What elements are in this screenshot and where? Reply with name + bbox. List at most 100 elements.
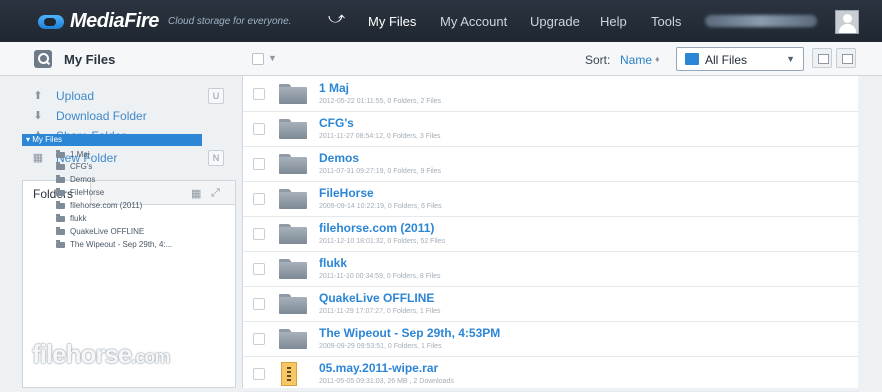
tree-item-label: Demos: [70, 175, 96, 184]
search-icon[interactable]: [34, 50, 52, 68]
account-email-blurred[interactable]: [705, 15, 817, 27]
tree-item-label: The Wipeout - Sep 29th, 4:...: [70, 240, 173, 249]
sort-dropdown[interactable]: Name: [620, 53, 652, 67]
folder-icon: [56, 213, 65, 222]
filehorse-watermark: filehorse.com: [32, 339, 170, 370]
file-name[interactable]: Demos: [319, 151, 359, 165]
tree-item[interactable]: QuakeLive OFFLINE: [56, 226, 144, 237]
upload-icon: ⬆: [33, 90, 43, 102]
tree-item[interactable]: CFG's: [56, 161, 92, 172]
row-checkbox[interactable]: [253, 123, 265, 135]
nav-my-files[interactable]: My Files: [368, 14, 416, 29]
file-meta: 2009-09-29 09:53:51, 0 Folders, 1 Files: [319, 343, 442, 350]
tree-item[interactable]: Demos: [56, 174, 95, 185]
file-meta: 2011-07-31 09:27:19, 0 Folders, 9 Files: [319, 168, 442, 175]
file-meta: 2011-11-29 17:07:27, 0 Folders, 1 Files: [319, 308, 441, 315]
folder-icon: [56, 200, 65, 209]
chevron-down-icon[interactable]: ▼: [268, 53, 277, 63]
scrollbar[interactable]: [858, 76, 882, 388]
tree-item[interactable]: 1 Maj: [56, 149, 90, 160]
file-name[interactable]: CFG's: [319, 116, 354, 130]
brand-tagline: Cloud storage for everyone.: [168, 16, 292, 27]
file-meta: 2009-09-14 10:22:19, 0 Folders, 6 Files: [319, 203, 442, 210]
row-checkbox[interactable]: [253, 333, 265, 345]
folder-icon: [279, 154, 307, 174]
file-row[interactable]: The Wipeout - Sep 29th, 4:53PM 2009-09-2…: [243, 321, 859, 357]
files-icon: [685, 53, 699, 65]
select-all-checkbox[interactable]: [252, 53, 264, 65]
file-name[interactable]: QuakeLive OFFLINE: [319, 291, 434, 305]
folder-icon: [279, 259, 307, 279]
row-checkbox[interactable]: [253, 368, 265, 380]
file-name[interactable]: 1 Maj: [319, 81, 349, 95]
upload-label: Upload: [56, 89, 95, 103]
folder-icon: [56, 161, 65, 170]
brand-name: MediaFire: [70, 10, 159, 32]
new-folder-icon[interactable]: ▦: [191, 187, 201, 200]
row-checkbox[interactable]: [253, 88, 265, 100]
expand-icon[interactable]: ⤢: [211, 187, 220, 200]
tree-item[interactable]: FileHorse: [56, 187, 104, 198]
file-row[interactable]: CFG's 2011-11-27 08:54:12, 0 Folders, 3 …: [243, 111, 859, 147]
nav-tools[interactable]: Tools: [651, 14, 681, 29]
nav-my-account[interactable]: My Account: [440, 14, 507, 29]
row-checkbox[interactable]: [253, 158, 265, 170]
mediafire-logo[interactable]: MediaFire: [38, 10, 159, 33]
file-row[interactable]: filehorse.com (2011) 2011-12-10 18:01:32…: [243, 216, 859, 252]
nav-help[interactable]: Help: [600, 14, 627, 29]
file-row[interactable]: QuakeLive OFFLINE 2011-11-29 17:07:27, 0…: [243, 286, 859, 322]
download-folder-label: Download Folder: [56, 109, 147, 123]
download-folder-action[interactable]: ⬇ Download Folder: [32, 108, 147, 124]
tree-item-label: filehorse.com (2011): [70, 201, 143, 210]
file-meta: 2011-12-10 18:01:32, 0 Folders, 52 Files: [319, 238, 445, 245]
folder-icon: [56, 187, 65, 196]
row-checkbox[interactable]: [253, 193, 265, 205]
file-row[interactable]: 05.may.2011-wipe.rar 2011-05-05 09:31:03…: [243, 356, 859, 392]
file-filter-value: All Files: [705, 53, 748, 67]
upload-action[interactable]: ⬆ Upload: [32, 88, 94, 104]
file-filter-select[interactable]: All Files ▼: [676, 47, 804, 71]
file-row[interactable]: flukk 2011-11-10 00:34:59, 0 Folders, 8 …: [243, 251, 859, 287]
row-checkbox[interactable]: [253, 263, 265, 275]
tree-item[interactable]: The Wipeout - Sep 29th, 4:...: [56, 239, 172, 250]
upload-shortcut: U: [208, 88, 224, 104]
folder-icon: [56, 226, 65, 235]
tree-item[interactable]: filehorse.com (2011): [56, 200, 142, 211]
file-row[interactable]: 1 Maj 2012-05-22 01:11:55, 0 Folders, 2 …: [243, 76, 859, 112]
row-checkbox[interactable]: [253, 228, 265, 240]
file-row[interactable]: FileHorse 2009-09-14 10:22:19, 0 Folders…: [243, 181, 859, 217]
folder-icon: [56, 149, 65, 158]
new-folder-shortcut: N: [208, 150, 224, 166]
folder-icon: [56, 239, 65, 248]
list-view-button[interactable]: [836, 48, 856, 68]
nav-upgrade[interactable]: Upgrade: [530, 14, 580, 29]
sort-arrows-icon[interactable]: ♦: [655, 54, 660, 64]
swirl-icon: ⤻: [328, 10, 346, 27]
folder-icon: [279, 294, 307, 314]
file-list: 1 Maj 2012-05-22 01:11:55, 0 Folders, 2 …: [242, 76, 859, 392]
file-name[interactable]: 05.may.2011-wipe.rar: [319, 361, 438, 375]
watermark-suffix: .com: [131, 347, 170, 367]
file-meta: 2011-11-10 00:34:59, 0 Folders, 8 Files: [319, 273, 441, 280]
thumbnail-view-button[interactable]: [812, 48, 832, 68]
chevron-down-icon: ▼: [786, 54, 795, 64]
logo-mark-icon: [38, 14, 64, 29]
tree-item-label: FileHorse: [70, 188, 105, 197]
tree-root-label: My Files: [32, 135, 63, 144]
folder-icon: [279, 119, 307, 139]
file-name[interactable]: filehorse.com (2011): [319, 221, 434, 235]
file-row[interactable]: Demos 2011-07-31 09:27:19, 0 Folders, 9 …: [243, 146, 859, 182]
files-toolbar: My Files ▼ Sort: Name ♦ All Files ▼: [0, 42, 882, 76]
file-name[interactable]: flukk: [319, 256, 347, 270]
avatar[interactable]: [835, 10, 859, 34]
tree-item[interactable]: flukk: [56, 213, 86, 224]
tree-item-label: flukk: [70, 214, 87, 223]
file-name[interactable]: FileHorse: [319, 186, 374, 200]
top-navigation: MediaFire Cloud storage for everyone. ⤻ …: [0, 0, 882, 42]
tree-root-my-files[interactable]: ▾ My Files: [22, 134, 202, 146]
page-title: My Files: [64, 52, 116, 67]
folder-icon: [279, 84, 307, 104]
row-checkbox[interactable]: [253, 298, 265, 310]
file-name[interactable]: The Wipeout - Sep 29th, 4:53PM: [319, 326, 500, 340]
folder-icon: [56, 174, 65, 183]
